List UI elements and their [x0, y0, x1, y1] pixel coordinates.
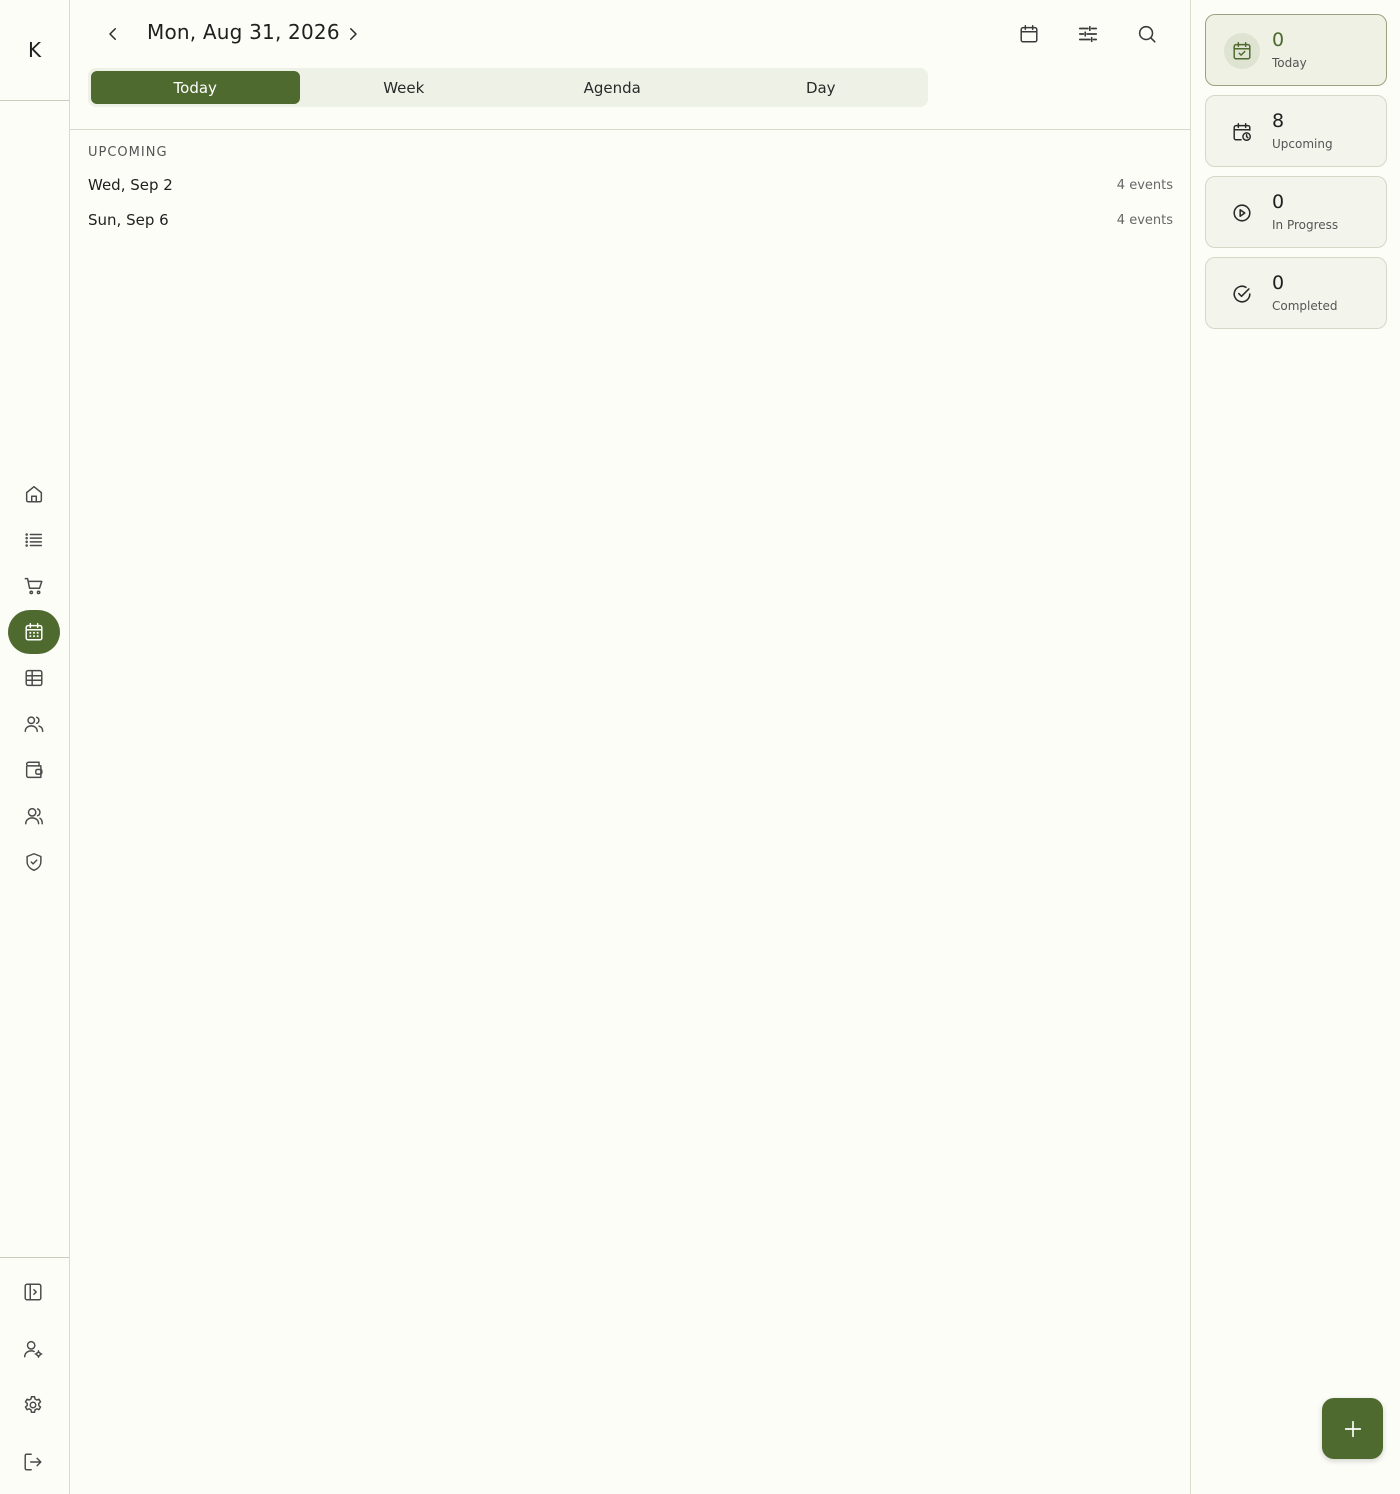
- stat-label: Upcoming: [1272, 137, 1333, 151]
- sidebar-item-contacts[interactable]: [8, 702, 60, 746]
- sidebar-bottom: [0, 1257, 69, 1494]
- stats-panel: 0 Today 8 Upcoming 0 In Progress 0 Compl…: [1190, 0, 1400, 1494]
- sidebar-item-wallet[interactable]: [8, 748, 60, 792]
- stat-label: Today: [1272, 56, 1307, 70]
- stat-card-upcoming[interactable]: 8 Upcoming: [1205, 95, 1387, 167]
- wallet-icon: [25, 761, 43, 779]
- sidebar-nav: [0, 472, 69, 886]
- chevron-right-icon: [350, 28, 357, 40]
- sidebar-item-list[interactable]: [8, 518, 60, 562]
- sidebar-item-team[interactable]: [8, 794, 60, 838]
- sliders-icon: [1078, 25, 1098, 43]
- shield-check-icon: [26, 853, 42, 871]
- stat-card-today[interactable]: 0 Today: [1205, 14, 1387, 86]
- add-event-button[interactable]: [1322, 1398, 1383, 1459]
- check-circle-icon: [1224, 276, 1260, 312]
- search-icon: [1138, 25, 1156, 43]
- main-content: Mon, Aug 31, 2026 Today Week Agenda Day …: [70, 0, 1190, 1494]
- view-tabs: Today Week Agenda Day: [88, 68, 928, 107]
- stat-value: 0: [1272, 272, 1285, 294]
- app-logo-text: K: [27, 38, 42, 62]
- team-icon: [25, 807, 43, 825]
- sidebar-toggle-icon: [24, 1283, 42, 1301]
- user-settings-icon: [24, 1340, 43, 1358]
- upcoming-day-count: 4 events: [1116, 177, 1173, 193]
- current-date-title: Mon, Aug 31, 2026: [147, 20, 340, 44]
- stat-card-completed[interactable]: 0 Completed: [1205, 257, 1387, 329]
- gear-icon: [24, 1396, 42, 1413]
- plus-icon: [1344, 1420, 1361, 1437]
- tab-agenda[interactable]: Agenda: [508, 71, 717, 104]
- list-icon: [25, 533, 43, 547]
- stat-value: 0: [1272, 29, 1285, 51]
- table-icon: [25, 669, 43, 687]
- sidebar-item-home[interactable]: [8, 472, 60, 516]
- search-button[interactable]: [1133, 20, 1161, 48]
- stat-value: 0: [1272, 191, 1285, 213]
- settings-button[interactable]: [20, 1392, 46, 1418]
- upcoming-day-date: Sun, Sep 6: [88, 211, 169, 229]
- tab-week[interactable]: Week: [300, 71, 509, 104]
- upcoming-day-row[interactable]: Sun, Sep 6 4 events: [88, 208, 1173, 232]
- sidebar-item-calendar[interactable]: [8, 610, 60, 654]
- stat-label: In Progress: [1272, 218, 1339, 232]
- sidebar-item-cart[interactable]: [8, 564, 60, 608]
- play-circle-icon: [1224, 195, 1260, 231]
- upcoming-day-count: 4 events: [1116, 212, 1173, 228]
- calendar-icon: [25, 623, 43, 641]
- tab-day[interactable]: Day: [717, 71, 926, 104]
- cart-icon: [24, 577, 43, 595]
- calendar-header: Mon, Aug 31, 2026 Today Week Agenda Day: [70, 0, 1190, 130]
- sidebar-item-table[interactable]: [8, 656, 60, 700]
- stat-value: 8: [1272, 110, 1285, 132]
- sidebar-item-security[interactable]: [8, 840, 60, 884]
- tab-today[interactable]: Today: [91, 71, 300, 104]
- logout-button[interactable]: [20, 1449, 46, 1475]
- calendar-check-icon: [1224, 33, 1260, 69]
- calendar-icon: [1020, 25, 1038, 43]
- logout-icon: [24, 1453, 42, 1471]
- account-button[interactable]: [20, 1336, 46, 1362]
- upcoming-section-label: UPCOMING: [88, 145, 168, 160]
- stat-card-in-progress[interactable]: 0 In Progress: [1205, 176, 1387, 248]
- stat-label: Completed: [1272, 299, 1338, 313]
- next-day-button[interactable]: [340, 21, 366, 47]
- upcoming-day-row[interactable]: Wed, Sep 2 4 events: [88, 173, 1173, 197]
- prev-day-button[interactable]: [100, 21, 126, 47]
- chevron-left-icon: [109, 28, 116, 40]
- calendar-clock-icon: [1224, 114, 1260, 150]
- app-logo[interactable]: K: [0, 0, 69, 101]
- calendar-picker-button[interactable]: [1015, 20, 1043, 48]
- upcoming-day-date: Wed, Sep 2: [88, 176, 173, 194]
- users-icon: [24, 716, 44, 733]
- sidebar: K: [0, 0, 70, 1494]
- sidebar-collapse-button[interactable]: [20, 1279, 46, 1305]
- home-icon: [25, 485, 43, 503]
- filter-button[interactable]: [1074, 20, 1102, 48]
